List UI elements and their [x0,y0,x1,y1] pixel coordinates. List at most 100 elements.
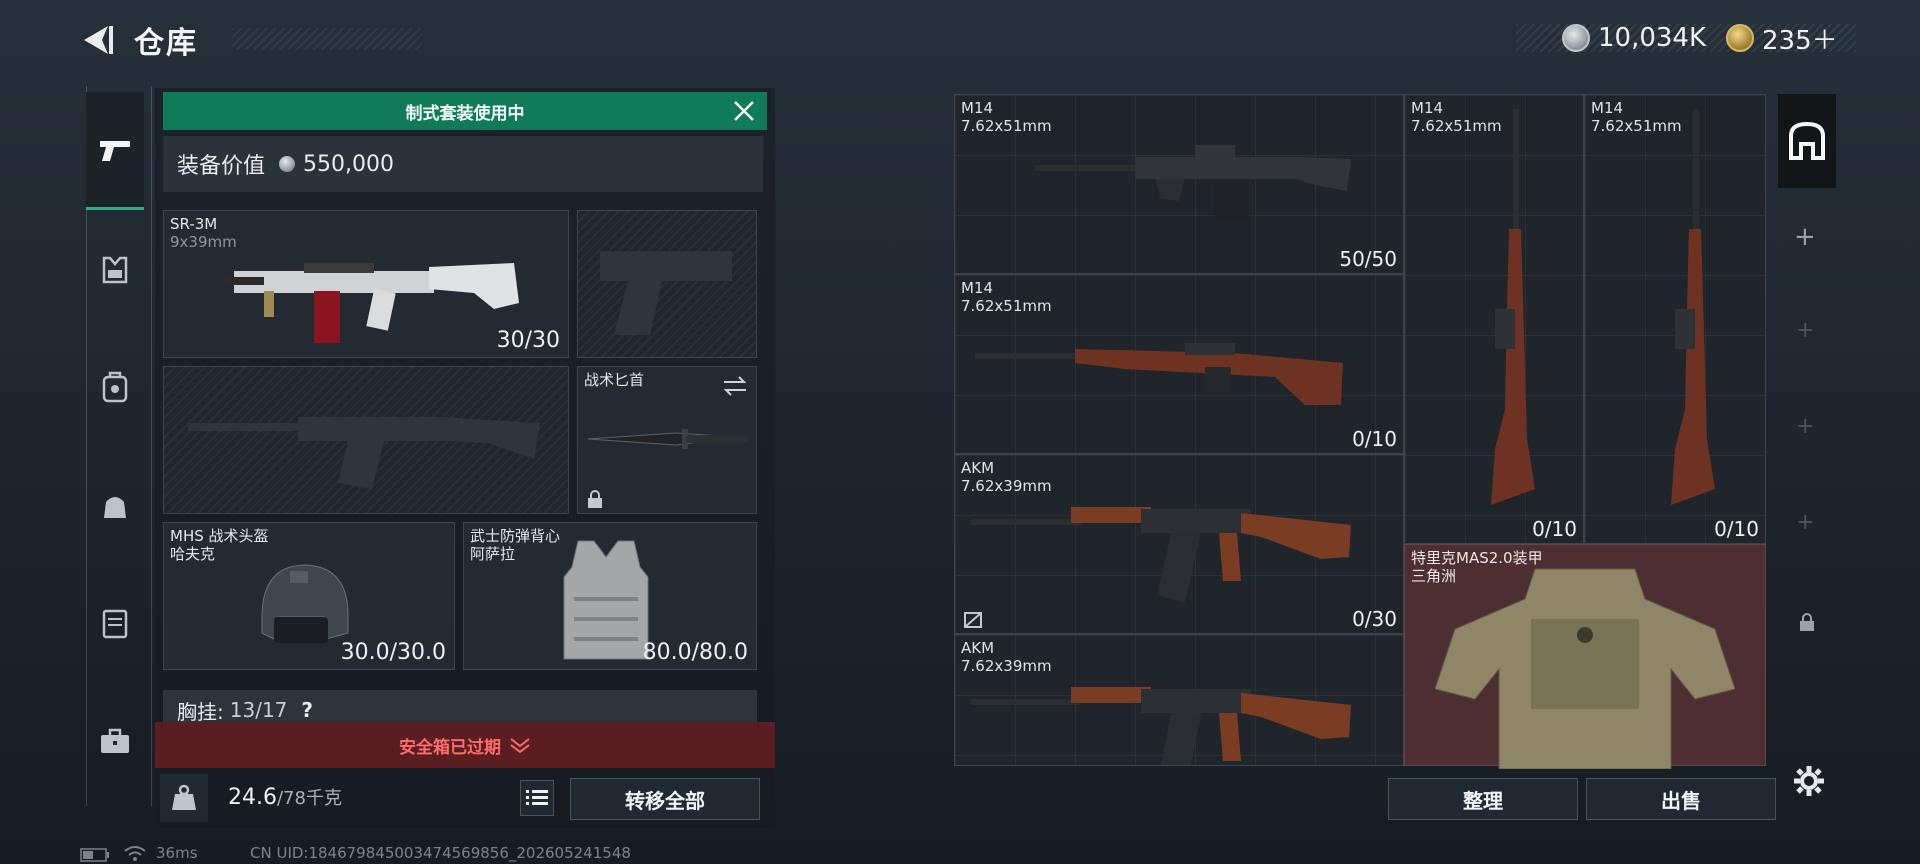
page-title: 仓库 [134,26,198,61]
vest-slot[interactable]: 武士防弹背心 阿萨拉 80.0/80.0 [463,522,757,670]
rail-case-tab[interactable] [86,564,144,682]
sr3m-rifle-image [224,263,519,343]
m14-rifle-image [975,343,1343,405]
item-caliber: 7.62x51mm [961,297,1052,315]
rail-bag-tab[interactable] [86,446,144,564]
item-name: AKM [961,639,995,657]
m14-ebr-image [1035,145,1351,219]
knife-image [587,429,748,449]
rail-weapons-tab[interactable] [86,92,144,210]
triangle-coin-icon [1726,24,1754,52]
primary-weapon-slot[interactable]: SR-3M 9x39mm 30/30 [163,210,569,358]
help-icon[interactable]: ? [301,698,313,722]
equipment-value: 550,000 [303,151,394,177]
chevron-down-icon [510,738,530,753]
back-arrow-icon[interactable] [78,22,114,58]
coin-icon [1562,24,1590,52]
primary-weapon-name: SR-3M [170,215,218,233]
swap-icon[interactable] [722,375,748,397]
list-view-button[interactable] [520,780,554,816]
pistol-silhouette-icon [600,251,732,335]
item-ammo: 0/10 [1714,517,1759,541]
storage-item[interactable]: M14 7.62x51mm 0/10 [954,274,1404,454]
add-page-icon[interactable]: + [1794,222,1816,252]
currency-primary-value: 10,034K [1598,23,1707,53]
storage-item[interactable]: AKM 7.62x39mm 0/30 [954,454,1404,634]
storage-item[interactable]: M14 7.62x51mm 0/10 [1404,94,1584,544]
pistol-slot[interactable] [577,210,757,358]
preset-banner: 制式套装使用中 [163,92,767,130]
helmet-durability: 30.0/30.0 [340,640,446,665]
item-ammo: 0/10 [1532,517,1577,541]
bag-icon [104,497,126,518]
weight-max: /78千克 [276,788,342,809]
item-ammo: 50/50 [1339,247,1397,271]
akm-rifle-image [971,687,1351,765]
melee-slot[interactable]: 战术匕首 [577,366,757,514]
add-page-icon[interactable]: + [1796,318,1814,343]
case-icon [102,609,128,639]
rail-backpack-tab[interactable] [86,328,144,446]
ping-readout: 36ms [156,844,198,862]
wifi-icon [124,846,146,861]
rail-armor-tab[interactable] [86,210,144,328]
weight-icon-box [160,774,208,822]
m14-rifle-vertical-image [1491,109,1535,505]
helmet-image [261,564,349,643]
no-insure-icon [964,612,982,628]
coin-icon [279,156,296,172]
storage-page-tab-active[interactable] [1778,94,1836,188]
storage-item[interactable]: M14 7.62x51mm 50/50 [954,94,1404,274]
currency-secondary[interactable]: 235＋ [1726,22,1838,56]
list-icon [526,790,548,805]
vest-map: 阿萨拉 [470,545,516,563]
item-name: M14 [961,99,994,117]
secondary-weapon-slot[interactable] [163,366,569,514]
item-name: AKM [961,459,995,477]
item-ammo: 0/30 [1352,607,1397,631]
close-icon[interactable] [731,98,757,124]
item-name: M14 [961,279,994,297]
item-ammo: 0/10 [1352,427,1397,451]
item-caliber: 7.62x51mm [961,117,1052,135]
chest-rig-label: 胸挂: [177,699,224,724]
add-page-icon[interactable]: + [1796,414,1814,439]
equipment-value-label: 装备价值 [177,154,266,179]
transfer-all-button[interactable]: 转移全部 [570,778,760,820]
storage-item[interactable]: AKM 7.62x39mm [954,634,1404,766]
chest-rig-capacity: 13/17 [229,698,288,722]
battery-icon [80,848,109,862]
vest-icon [102,256,128,284]
uid-readout: CN UID:184679845003474569856_20260524154… [250,844,631,862]
vest-name: 武士防弹背心 [470,527,561,545]
title-decoration [232,28,422,50]
sort-button[interactable]: 整理 [1388,778,1578,820]
weight-readout: 24.6/78千克 [228,784,342,810]
add-page-icon[interactable]: + [1796,510,1814,535]
backpack-icon [102,371,128,403]
vault-icon [1789,122,1825,160]
helmet-slot[interactable]: MHS 战术头盔 哈夫克 30.0/30.0 [163,522,455,670]
equipment-value-row: 装备价值 550,000 [163,136,763,192]
weight-icon [172,784,196,810]
vest-durability: 80.0/80.0 [642,640,748,665]
weight-current: 24.6 [228,785,277,810]
safebox-status: 安全箱已过期 [399,737,501,758]
safebox-expired-bar[interactable]: 安全箱已过期 [155,722,775,768]
rail-toolbox-tab[interactable] [86,682,144,800]
pistol-icon [100,140,130,161]
currency-primary[interactable]: 10,034K [1562,22,1706,54]
toolbox-icon [101,728,129,753]
vest-image [563,540,649,660]
rifle-silhouette-icon [188,417,540,489]
currency-secondary-value: 235＋ [1762,25,1838,56]
gear-icon[interactable] [1792,764,1826,798]
helmet-name: MHS 战术头盔 [170,527,269,545]
lock-icon [1800,613,1814,631]
storage-item[interactable]: M14 7.62x51mm 0/10 [1584,94,1766,544]
storage-armor-item[interactable]: 特里克MAS2.0装甲 三角洲 [1404,544,1766,769]
sell-button[interactable]: 出售 [1586,778,1776,820]
akm-rifle-image [971,507,1351,603]
preset-banner-text: 制式套装使用中 [405,103,525,124]
body-armor-image [1435,568,1735,769]
